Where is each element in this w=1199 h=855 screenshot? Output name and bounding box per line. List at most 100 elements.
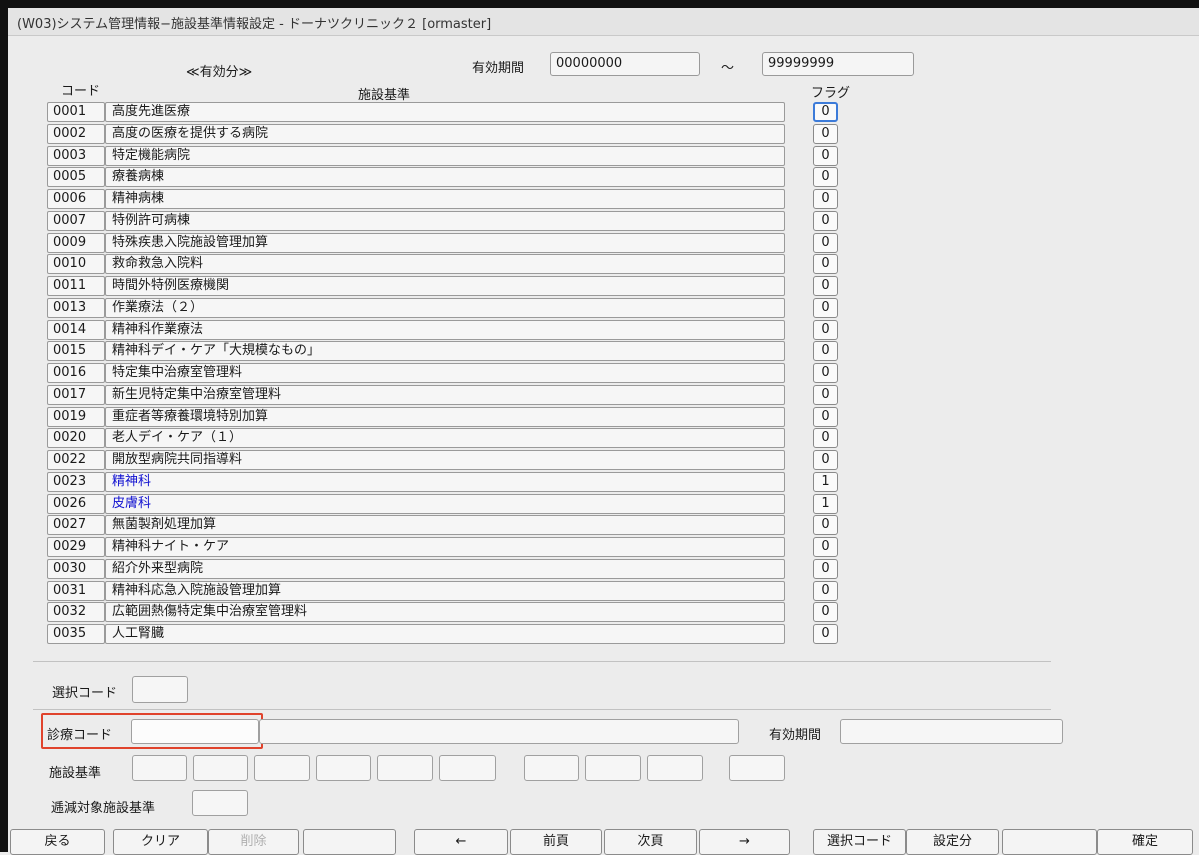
confirm-button[interactable]: 確定: [1097, 829, 1193, 855]
row-flag-input[interactable]: 0: [813, 254, 838, 274]
facility-standard-box-6[interactable]: [439, 755, 496, 781]
facility-standard-box-2[interactable]: [193, 755, 248, 781]
row-facility-name: 老人デイ・ケア（１）: [105, 428, 785, 448]
row-flag-input[interactable]: 0: [813, 320, 838, 340]
table-row[interactable]: 0014 精神科作業療法: [47, 320, 785, 340]
decrease-target-input[interactable]: [192, 790, 248, 816]
row-flag-input[interactable]: 0: [813, 602, 838, 622]
table-row[interactable]: 0006 精神病棟: [47, 189, 785, 209]
tilde-label: ～: [721, 61, 735, 76]
row-flag-input[interactable]: 0: [813, 559, 838, 579]
row-code: 0017: [47, 385, 105, 405]
row-code: 0010: [47, 254, 105, 274]
table-row[interactable]: 0013 作業療法（２）: [47, 298, 785, 318]
table-row[interactable]: 0003 特定機能病院: [47, 146, 785, 166]
f11-button[interactable]: [1002, 829, 1097, 855]
table-row[interactable]: 0005 療養病棟: [47, 167, 785, 187]
row-flag-input[interactable]: 0: [813, 515, 838, 535]
row-flag-input[interactable]: 0: [813, 385, 838, 405]
row-flag-input[interactable]: 0: [813, 624, 838, 644]
table-row[interactable]: 0016 特定集中治療室管理料: [47, 363, 785, 383]
row-flag-input[interactable]: 0: [813, 233, 838, 253]
table-row[interactable]: 0007 特例許可病棟: [47, 211, 785, 231]
table-row[interactable]: 0032 広範囲熱傷特定集中治療室管理料: [47, 602, 785, 622]
facility-standard-box-9[interactable]: [647, 755, 703, 781]
back-button[interactable]: 戻る: [10, 829, 105, 855]
row-flag-input[interactable]: 0: [813, 298, 838, 318]
row-flag-input[interactable]: 0: [813, 341, 838, 361]
settings-button[interactable]: 設定分: [906, 829, 999, 855]
row-code: 0006: [47, 189, 105, 209]
row-flag-input[interactable]: 0: [813, 124, 838, 144]
facility-standard-box-5[interactable]: [377, 755, 433, 781]
delete-button[interactable]: 削除: [208, 829, 299, 855]
table-row[interactable]: 0015 精神科デイ・ケア「大規模なもの」: [47, 341, 785, 361]
table-row[interactable]: 0010 救命救急入院料: [47, 254, 785, 274]
table-row[interactable]: 0022 開放型病院共同指導料: [47, 450, 785, 470]
right-arrow-button[interactable]: →: [699, 829, 790, 855]
row-code: 0020: [47, 428, 105, 448]
table-row[interactable]: 0026 皮膚科: [47, 494, 785, 514]
period-to-field[interactable]: 99999999: [762, 52, 914, 76]
table-row[interactable]: 0035 人工腎臓: [47, 624, 785, 644]
facility-standard-box-3[interactable]: [254, 755, 310, 781]
row-flag-input[interactable]: 0: [813, 537, 838, 557]
table-row[interactable]: 0030 紹介外来型病院: [47, 559, 785, 579]
row-code: 0023: [47, 472, 105, 492]
table-row[interactable]: 0029 精神科ナイト・ケア: [47, 537, 785, 557]
table-row[interactable]: 0027 無菌製剤処理加算: [47, 515, 785, 535]
row-flag-input[interactable]: 0: [813, 167, 838, 187]
facility-standard-box-4[interactable]: [316, 755, 371, 781]
window-title: (W03)システム管理情報−施設基準情報設定 - ドーナツクリニック２ [orm…: [17, 17, 492, 32]
section-divider: [33, 661, 1051, 662]
shinryo-code-input[interactable]: [131, 719, 259, 744]
table-row[interactable]: 0001 高度先進医療: [47, 102, 785, 122]
row-flag-input[interactable]: 1: [813, 472, 838, 492]
table-row[interactable]: 0002 高度の医療を提供する病院: [47, 124, 785, 144]
row-code: 0022: [47, 450, 105, 470]
row-facility-name: 特殊疾患入院施設管理加算: [105, 233, 785, 253]
table-row[interactable]: 0011 時間外特例医療機関: [47, 276, 785, 296]
row-facility-name: 精神科: [105, 472, 785, 492]
row-flag-input[interactable]: 0: [813, 428, 838, 448]
row-flag-input[interactable]: 0: [813, 189, 838, 209]
table-row[interactable]: 0020 老人デイ・ケア（１）: [47, 428, 785, 448]
window-frame-top: [0, 0, 1199, 8]
row-flag-input[interactable]: 1: [813, 494, 838, 514]
clear-button[interactable]: クリア: [113, 829, 208, 855]
row-flag-input[interactable]: 0: [813, 450, 838, 470]
row-code: 0007: [47, 211, 105, 231]
facility-standard-box-1[interactable]: [132, 755, 187, 781]
row-flag-input[interactable]: 0: [813, 276, 838, 296]
period-from-field[interactable]: 00000000: [550, 52, 700, 76]
valid-only-label: ≪有効分≫: [186, 65, 253, 80]
row-flag-input[interactable]: 0: [813, 363, 838, 383]
form-divider: [33, 709, 1051, 710]
row-facility-name: 新生児特定集中治療室管理料: [105, 385, 785, 405]
row-flag-input[interactable]: 0: [813, 581, 838, 601]
table-row[interactable]: 0031 精神科応急入院施設管理加算: [47, 581, 785, 601]
table-row[interactable]: 0009 特殊疾患入院施設管理加算: [47, 233, 785, 253]
table-row[interactable]: 0023 精神科: [47, 472, 785, 492]
row-flag-input[interactable]: 0: [813, 407, 838, 427]
row-flag-input[interactable]: 0: [813, 146, 838, 166]
row-facility-name: 高度の医療を提供する病院: [105, 124, 785, 144]
row-code: 0015: [47, 341, 105, 361]
select-code-button[interactable]: 選択コード: [813, 829, 906, 855]
f4-button[interactable]: [303, 829, 396, 855]
facility-standard-box-8[interactable]: [585, 755, 641, 781]
left-arrow-button[interactable]: ←: [414, 829, 508, 855]
row-code: 0027: [47, 515, 105, 535]
valid-period-label: 有効期間: [769, 728, 822, 743]
select-code-input[interactable]: [132, 676, 188, 703]
row-flag-input[interactable]: 0: [813, 211, 838, 231]
prev-page-button[interactable]: 前頁: [510, 829, 602, 855]
next-page-button[interactable]: 次頁: [604, 829, 697, 855]
facility-standard-box-10[interactable]: [729, 755, 785, 781]
table-row[interactable]: 0019 重症者等療養環境特別加算: [47, 407, 785, 427]
table-row[interactable]: 0017 新生児特定集中治療室管理料: [47, 385, 785, 405]
row-facility-name: 救命救急入院料: [105, 254, 785, 274]
row-facility-name: 無菌製剤処理加算: [105, 515, 785, 535]
row-flag-input[interactable]: 0: [813, 102, 838, 122]
facility-standard-box-7[interactable]: [524, 755, 579, 781]
